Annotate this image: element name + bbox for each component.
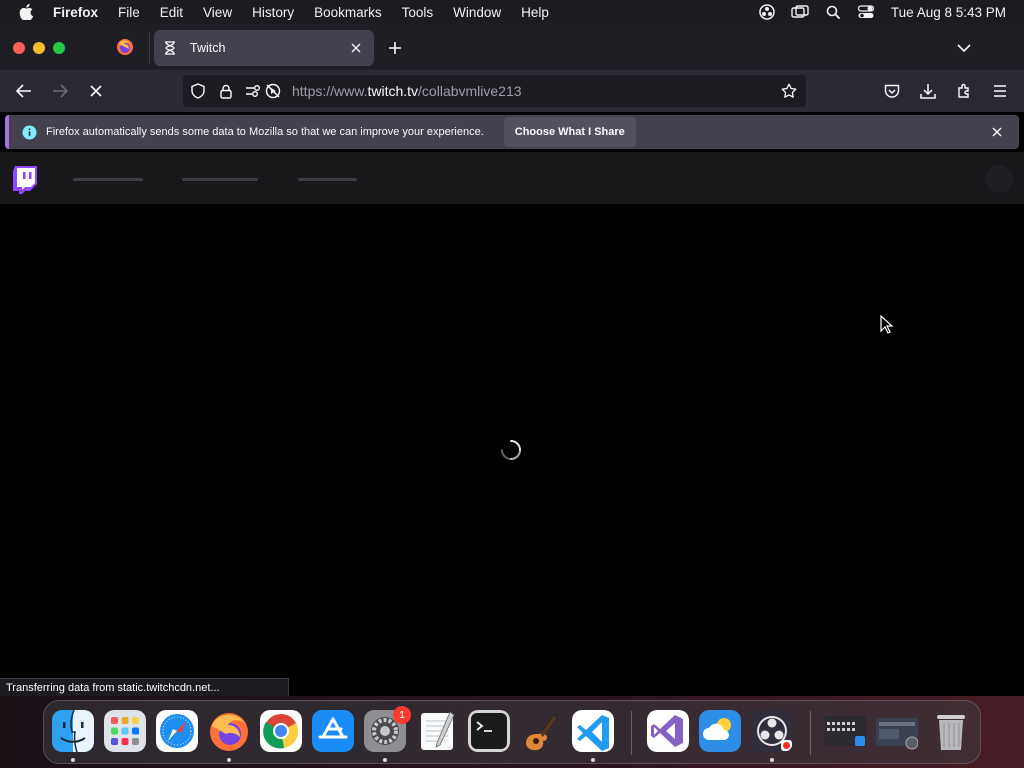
dock-firefox-icon[interactable]: [208, 710, 250, 752]
dock-launchpad-icon[interactable]: [104, 710, 146, 752]
dock-minimized-window-thumbnail[interactable]: [824, 710, 866, 752]
dock-running-indicator: [71, 758, 75, 762]
minimize-window-button[interactable]: [33, 42, 45, 54]
spotlight-search-icon[interactable]: [824, 4, 842, 20]
firefox-view-icon[interactable]: [116, 38, 134, 56]
nav-skeleton-esports: [298, 178, 357, 181]
dock-separator: [631, 711, 632, 755]
permissions-icon[interactable]: [245, 83, 261, 99]
dock-weather-icon[interactable]: [699, 710, 741, 752]
menu-view[interactable]: View: [203, 5, 232, 20]
twitch-top-nav: [0, 152, 1024, 204]
tab-bar: Twitch: [0, 24, 1024, 70]
twitch-logo-icon[interactable]: [13, 166, 37, 194]
dock-running-indicator: [770, 758, 774, 762]
stop-loading-button[interactable]: [86, 81, 106, 101]
extensions-icon[interactable]: [954, 81, 974, 101]
menu-tools[interactable]: Tools: [402, 5, 434, 20]
notification-badge: 1: [393, 706, 411, 724]
menu-clock[interactable]: Tue Aug 8 5:43 PM: [891, 5, 1006, 20]
close-icon[interactable]: [989, 124, 1005, 140]
status-bar: Transferring data from static.twitchcdn.…: [0, 678, 289, 697]
url-text[interactable]: https://www.twitch.tv/collabvmlive213: [292, 83, 522, 99]
hamburger-menu-icon[interactable]: [990, 81, 1010, 101]
nav-skeleton-browse: [182, 178, 258, 181]
downloads-icon[interactable]: [918, 81, 938, 101]
notice-message: Firefox automatically sends some data to…: [46, 126, 484, 138]
page-content: [0, 152, 1024, 696]
close-tab-icon[interactable]: [348, 40, 364, 56]
menu-window[interactable]: Window: [453, 5, 501, 20]
choose-what-i-share-button[interactable]: Choose What I Share: [503, 117, 636, 147]
pocket-icon[interactable]: [882, 81, 902, 101]
dock-visual-studio-icon[interactable]: [647, 710, 689, 752]
nav-toolbar: https://www.twitch.tv/collabvmlive213: [0, 70, 1024, 112]
control-center-icon[interactable]: [857, 4, 875, 20]
menu-history[interactable]: History: [252, 5, 294, 20]
menu-bookmarks[interactable]: Bookmarks: [314, 5, 382, 20]
tab-title: Twitch: [190, 41, 226, 55]
dock-trash-icon[interactable]: [930, 710, 972, 752]
dock-textedit-icon[interactable]: [416, 710, 458, 752]
mouse-cursor-icon: [880, 314, 894, 335]
data-collection-notice: Firefox automatically sends some data to…: [5, 115, 1019, 149]
menu-app-name[interactable]: Firefox: [53, 5, 98, 20]
obs-status-icon[interactable]: [758, 4, 776, 20]
browser-window: Twitch https://www.twitch.tv/collabvmliv…: [0, 24, 1024, 697]
dock-obs-icon[interactable]: [751, 710, 793, 752]
chevron-down-icon[interactable]: [956, 40, 972, 56]
dock-app-store-icon[interactable]: [312, 710, 354, 752]
autoplay-blocked-icon[interactable]: [265, 83, 281, 99]
tracking-protection-shield-icon[interactable]: [190, 83, 206, 99]
avatar[interactable]: [985, 165, 1013, 193]
info-icon: [21, 124, 37, 140]
nav-skeleton-following: [73, 178, 143, 181]
menu-edit[interactable]: Edit: [160, 5, 183, 20]
dock-minimized-window-thumbnail[interactable]: [876, 710, 918, 752]
lock-icon[interactable]: [218, 83, 234, 99]
dock-running-indicator: [591, 758, 595, 762]
zoom-window-button[interactable]: [53, 42, 65, 54]
dock-garageband-icon[interactable]: [520, 710, 562, 752]
dock-running-indicator: [383, 758, 387, 762]
tab-separator: [149, 32, 150, 64]
dock-chrome-icon[interactable]: [260, 710, 302, 752]
back-button[interactable]: [14, 81, 34, 101]
menu-bar: Firefox File Edit View History Bookmarks…: [0, 0, 1024, 24]
dock-vscode-icon[interactable]: [572, 710, 614, 752]
dock-safari-icon[interactable]: [156, 710, 198, 752]
apple-icon[interactable]: [19, 4, 35, 20]
dock-finder-icon[interactable]: [52, 710, 94, 752]
forward-button[interactable]: [50, 81, 70, 101]
url-bar[interactable]: https://www.twitch.tv/collabvmlive213: [183, 75, 806, 107]
menu-file[interactable]: File: [118, 5, 140, 20]
hourglass-loading-icon: [162, 40, 178, 56]
tab-twitch[interactable]: Twitch: [154, 30, 374, 66]
loading-spinner-icon: [500, 439, 522, 461]
dock-terminal-icon[interactable]: [468, 710, 510, 752]
bookmark-star-icon[interactable]: [781, 83, 797, 99]
close-window-button[interactable]: [13, 42, 25, 54]
screen-mirroring-icon[interactable]: [791, 4, 809, 20]
dock: 1: [43, 700, 981, 764]
menu-help[interactable]: Help: [521, 5, 549, 20]
new-tab-button[interactable]: [387, 40, 403, 56]
dock-running-indicator: [227, 758, 231, 762]
dock-separator: [810, 711, 811, 755]
